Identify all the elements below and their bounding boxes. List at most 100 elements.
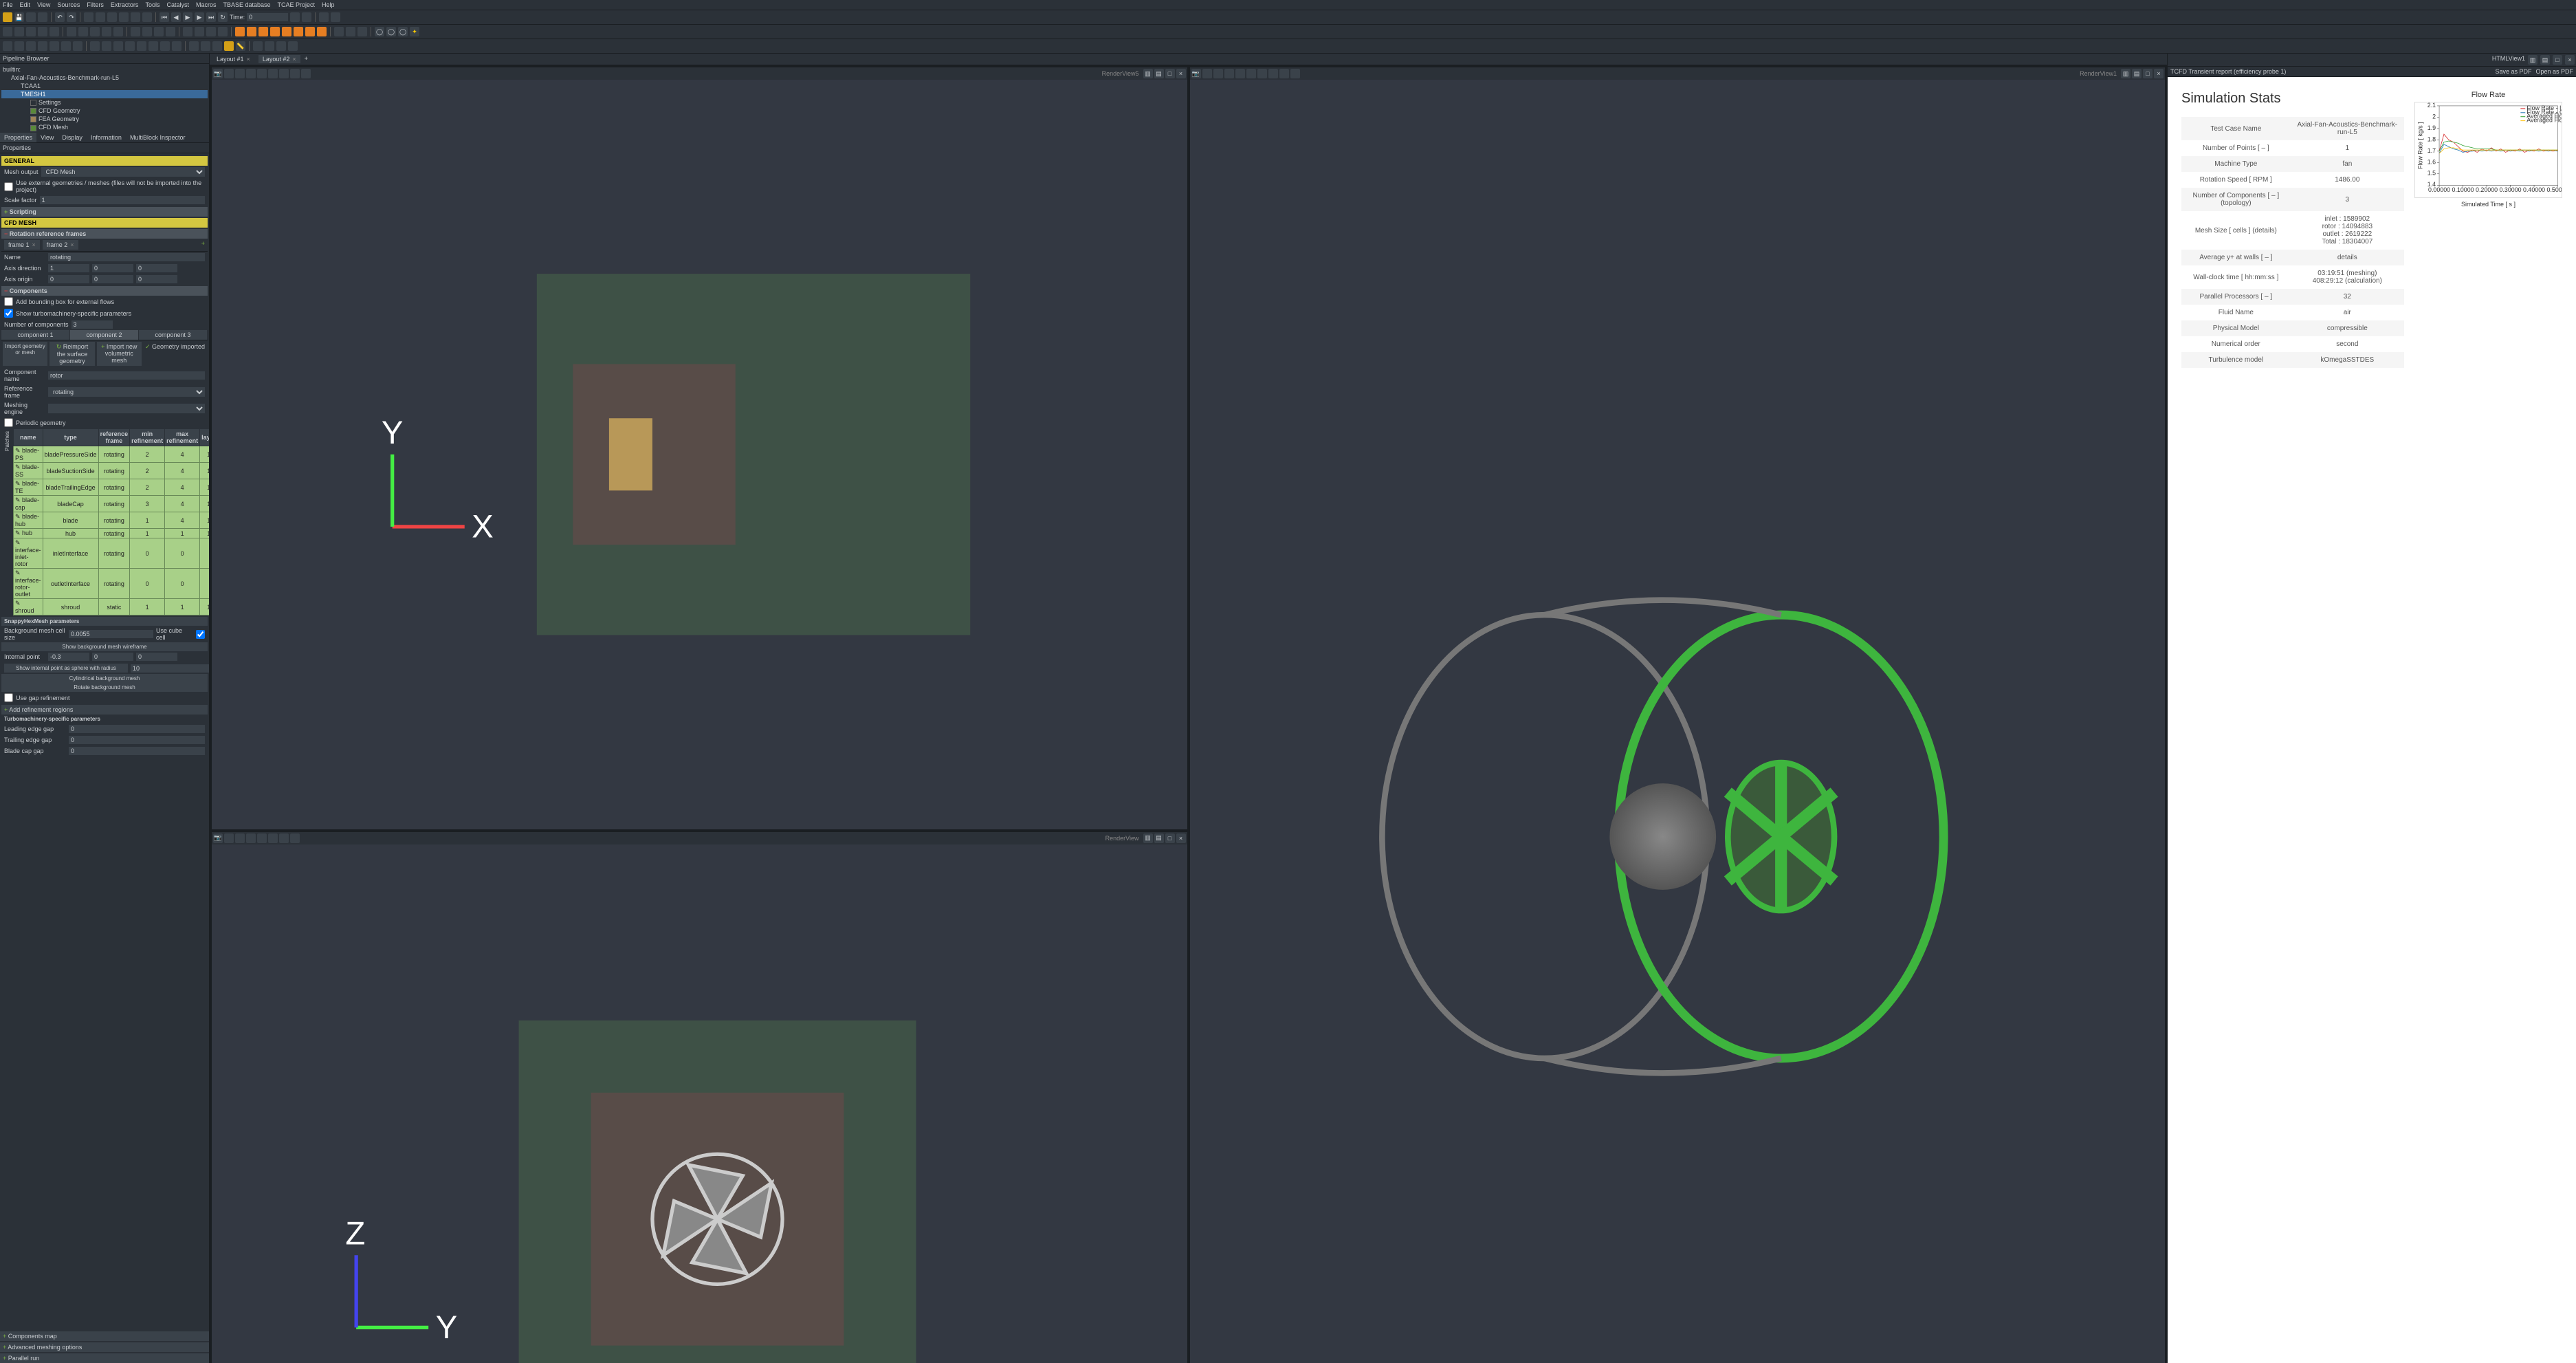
layout-tab-1[interactable]: Layout #1× — [212, 55, 254, 63]
time-input[interactable] — [247, 13, 288, 21]
comp-tab-3[interactable]: component 3 — [139, 330, 208, 340]
toolbar-icon[interactable] — [14, 27, 24, 36]
vp-icon[interactable]: 📷 — [213, 833, 223, 843]
show-turbo-check[interactable] — [4, 309, 13, 318]
prop-tab[interactable]: Information — [87, 133, 126, 142]
axis-origin-x[interactable] — [48, 275, 89, 283]
vp-icon[interactable] — [1246, 69, 1256, 78]
parallel-run-section[interactable]: Parallel run — [0, 1353, 209, 1363]
toolbar-icon[interactable] — [154, 27, 164, 36]
play-prev-icon[interactable]: ◀ — [171, 12, 181, 22]
show-bg-wire-button[interactable]: Show background mesh wireframe — [1, 642, 208, 651]
toolbar-icon[interactable] — [3, 41, 12, 51]
circle-icon[interactable]: ◯ — [375, 27, 384, 36]
table-row[interactable]: ✎ blade-TEbladeTrailingEdgerotating2410 — [14, 479, 210, 496]
leading-edge-input[interactable] — [69, 725, 205, 733]
connect-icon[interactable] — [26, 12, 36, 22]
vp-max-icon[interactable]: □ — [2143, 69, 2153, 78]
close-icon[interactable]: × — [247, 56, 250, 63]
toolbar-icon[interactable] — [282, 27, 291, 36]
viewport-1[interactable]: 📷 RenderView1 ▥▤□× — [1189, 67, 2166, 1363]
show-internal-radius[interactable] — [131, 664, 209, 673]
toolbar-icon[interactable] — [61, 41, 71, 51]
vp-split-h-icon[interactable]: ▥ — [1143, 833, 1153, 843]
tree-item[interactable]: Settings — [1, 98, 208, 107]
toolbar-icon[interactable] — [131, 27, 140, 36]
vp-max-icon[interactable]: □ — [1165, 833, 1175, 843]
toolbar-icon[interactable] — [84, 12, 93, 22]
vp-icon[interactable] — [235, 833, 245, 843]
rotate-bg-button[interactable]: Rotate background mesh — [1, 683, 208, 692]
advanced-meshing-section[interactable]: Advanced meshing options — [0, 1342, 209, 1352]
blade-cap-input[interactable] — [69, 747, 205, 755]
vp-icon[interactable] — [1224, 69, 1234, 78]
vp-icon[interactable] — [279, 833, 289, 843]
tree-item[interactable]: builtin: — [1, 65, 208, 74]
vp-split-v-icon[interactable]: ▤ — [1154, 833, 1164, 843]
axis-dir-y[interactable] — [92, 264, 133, 272]
toolbar-icon[interactable] — [102, 41, 111, 51]
vp-close-icon[interactable]: × — [2565, 55, 2575, 65]
toolbar-icon[interactable] — [148, 41, 158, 51]
ruler-icon[interactable]: 📏 — [236, 41, 245, 51]
toolbar-icon[interactable] — [319, 12, 329, 22]
external-geom-check[interactable] — [4, 182, 13, 191]
toolbar-icon[interactable] — [3, 27, 12, 36]
vp-icon[interactable] — [235, 69, 245, 78]
toolbar-icon[interactable] — [253, 41, 263, 51]
vp-icon[interactable] — [1202, 69, 1212, 78]
star-icon[interactable]: ✦ — [410, 27, 419, 36]
table-row[interactable]: ✎ blade-SSbladeSuctionSiderotating2410 — [14, 463, 210, 479]
toolbar-icon[interactable] — [26, 27, 36, 36]
toolbar-icon[interactable] — [160, 41, 170, 51]
reimport-surface-button[interactable]: ↻ Reimport the surface geometry — [49, 342, 94, 366]
add-frame-icon[interactable]: + — [201, 240, 205, 250]
tree-item[interactable]: CFD Geometry — [1, 107, 208, 115]
show-internal-button[interactable]: Show internal point as sphere with radiu… — [4, 664, 128, 673]
toolbar-icon[interactable] — [276, 41, 286, 51]
toolbar-icon[interactable] — [166, 27, 175, 36]
section-scripting[interactable]: + Scripting — [1, 207, 208, 217]
use-gap-check[interactable] — [4, 693, 13, 702]
toolbar-icon[interactable] — [212, 41, 222, 51]
close-icon[interactable]: × — [70, 241, 74, 248]
vp-split-h-icon[interactable]: ▥ — [1143, 69, 1153, 78]
menu-filters[interactable]: Filters — [87, 1, 104, 8]
tree-item[interactable]: CFD Mesh — [1, 123, 208, 131]
tree-item[interactable]: FEA Geometry — [1, 115, 208, 123]
prop-tab[interactable]: MultiBlock Inspector — [126, 133, 190, 142]
menu-tools[interactable]: Tools — [145, 1, 159, 8]
axis-dir-x[interactable] — [48, 264, 89, 272]
name-input[interactable] — [48, 253, 205, 261]
ref-frame-select[interactable]: rotating — [48, 387, 205, 397]
toolbar-icon[interactable] — [96, 12, 105, 22]
mesh-output-select[interactable]: CFD Mesh — [41, 167, 205, 177]
vp-icon[interactable] — [246, 833, 256, 843]
vp-split-h-icon[interactable]: ▥ — [2528, 55, 2538, 65]
close-icon[interactable]: × — [292, 56, 296, 63]
play-last-icon[interactable]: ⏭ — [206, 12, 216, 22]
toolbar-icon[interactable] — [137, 41, 146, 51]
save-pdf-button[interactable]: Save as PDF — [2495, 68, 2531, 75]
internal-point-x[interactable] — [48, 653, 89, 661]
toolbar-icon[interactable] — [90, 41, 100, 51]
toolbar-icon[interactable] — [73, 41, 82, 51]
tree-item[interactable]: Axial-Fan-Acoustics-Benchmark-run-L5 — [1, 74, 208, 82]
comp-tab-2[interactable]: component 2 — [70, 330, 139, 340]
axis-origin-y[interactable] — [92, 275, 133, 283]
vp-icon[interactable] — [279, 69, 289, 78]
toolbar-icon[interactable] — [142, 12, 152, 22]
toolbar-icon[interactable] — [67, 27, 76, 36]
vp-split-v-icon[interactable]: ▤ — [2132, 69, 2142, 78]
vp-icon[interactable] — [1268, 69, 1278, 78]
disconnect-icon[interactable] — [38, 12, 47, 22]
viewport-5[interactable]: 📷 RenderView5 ▥▤□× X — [211, 67, 1188, 830]
meshing-engine-select[interactable] — [48, 404, 205, 413]
selection-icon[interactable] — [206, 27, 216, 36]
toolbar-icon[interactable] — [302, 12, 311, 22]
menu-file[interactable]: File — [3, 1, 13, 8]
table-row[interactable]: ✎ blade-capbladeCaprotating3410 — [14, 496, 210, 512]
toolbar-icon[interactable] — [265, 41, 274, 51]
table-row[interactable]: ✎ blade-PSbladePressureSiderotating2410 — [14, 446, 210, 463]
vp-icon[interactable]: 📷 — [213, 69, 223, 78]
